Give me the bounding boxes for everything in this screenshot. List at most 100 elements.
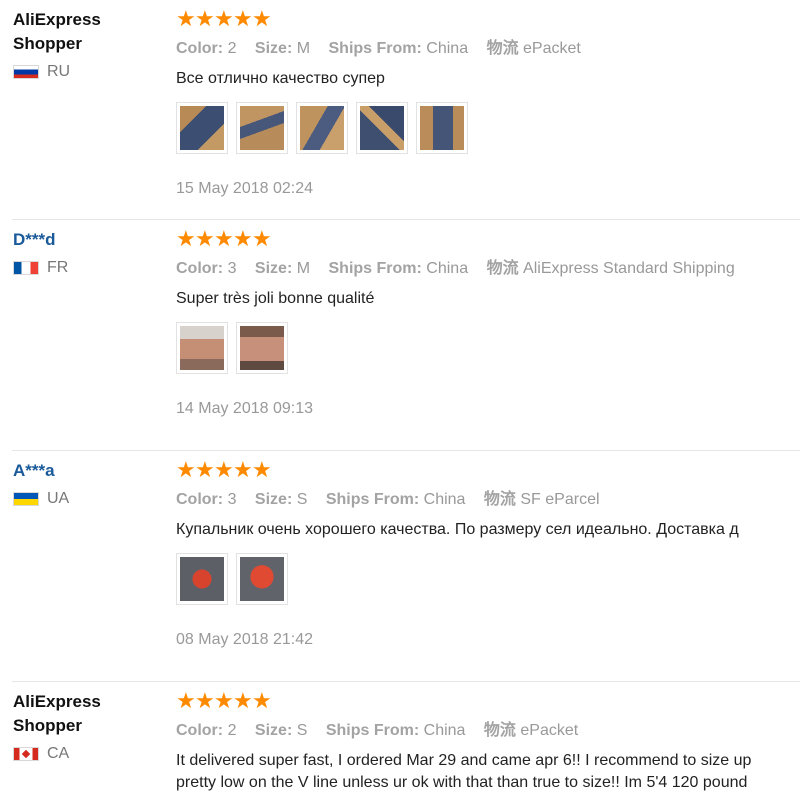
review-photo-thumbnail[interactable] (356, 102, 408, 154)
size-label: Size: (254, 491, 293, 508)
flag-ru-icon (13, 65, 39, 79)
reviewer-info: AliExpress Shopper CA (13, 690, 153, 764)
reviewer-country: CA (13, 744, 153, 764)
color-label: Color: (176, 491, 224, 508)
review-photo-thumbnail[interactable] (176, 102, 228, 154)
star-icon: ★ (252, 6, 272, 31)
review-feed: AliExpress Shopper RU ★ ★ ★ ★ ★ Color: 2… (0, 0, 800, 800)
review-date: 08 May 2018 21:42 (176, 631, 313, 648)
color-value: 3 (227, 260, 237, 277)
star-icon: ★ (214, 226, 234, 251)
size-value: S (296, 491, 308, 508)
review-text: Все отлично качество супер (176, 70, 385, 87)
review-date: 14 May 2018 09:13 (176, 400, 313, 417)
review-photo-thumbnail[interactable] (176, 322, 228, 374)
review-item: A***a UA ★ ★ ★ ★ ★ Color: 3 Size: S Ship… (0, 451, 800, 681)
order-info: Color: 2 Size: M Ships From: China 物流 eP… (176, 38, 800, 60)
logistics-label: 物流 (486, 40, 519, 57)
review-photo-thumbnail[interactable] (236, 102, 288, 154)
review-photo-thumbnail[interactable] (236, 322, 288, 374)
color-label: Color: (176, 260, 224, 277)
star-icon: ★ (252, 226, 272, 251)
star-icon: ★ (195, 226, 215, 251)
star-rating: ★ ★ ★ ★ ★ (176, 690, 800, 712)
logistics-label: 物流 (483, 491, 516, 508)
review-photo-thumbnail[interactable] (416, 102, 468, 154)
review-text-line: It delivered super fast, I ordered Mar 2… (176, 752, 752, 769)
flag-ca-icon (13, 747, 39, 761)
star-icon: ★ (195, 6, 215, 31)
star-rating: ★ ★ ★ ★ ★ (176, 459, 800, 481)
reviewer-name: AliExpress Shopper (13, 692, 101, 735)
order-info: Color: 3 Size: M Ships From: China 物流 Al… (176, 258, 800, 280)
size-value: S (296, 722, 308, 739)
review-content: ★ ★ ★ ★ ★ Color: 2 Size: M Ships From: C… (176, 8, 800, 200)
ships-from-label: Ships From: (325, 491, 420, 508)
review-photos (176, 322, 800, 376)
review-content: ★ ★ ★ ★ ★ Color: 2 Size: S Ships From: C… (176, 690, 800, 794)
review-text: It delivered super fast, I ordered Mar 2… (176, 750, 800, 794)
review-photo-thumbnail[interactable] (236, 553, 288, 605)
flag-fr-icon (13, 261, 39, 275)
reviewer-info: A***a UA (13, 459, 153, 509)
reviewer-info: D***d FR (13, 228, 153, 278)
star-icon: ★ (195, 688, 215, 713)
size-label: Size: (254, 722, 293, 739)
star-rating: ★ ★ ★ ★ ★ (176, 228, 800, 250)
review-photo-thumbnail[interactable] (296, 102, 348, 154)
size-label: Size: (254, 40, 293, 57)
star-icon: ★ (252, 457, 272, 482)
color-value: 2 (227, 722, 237, 739)
reviewer-country: FR (13, 258, 153, 278)
star-icon: ★ (233, 226, 253, 251)
review-photo-thumbnail[interactable] (176, 553, 228, 605)
order-info: Color: 3 Size: S Ships From: China 物流 SF… (176, 489, 800, 511)
logistics-label: 物流 (486, 260, 519, 277)
star-icon: ★ (214, 6, 234, 31)
review-date: 15 May 2018 02:24 (176, 180, 313, 197)
star-icon: ★ (195, 457, 215, 482)
ships-from-value: China (426, 40, 469, 57)
reviewer-info: AliExpress Shopper RU (13, 8, 153, 82)
reviewer-name: AliExpress Shopper (13, 10, 101, 53)
star-rating: ★ ★ ★ ★ ★ (176, 8, 800, 30)
logistics-label: 物流 (483, 722, 516, 739)
reviewer-name[interactable]: D***d (13, 228, 153, 252)
color-label: Color: (176, 40, 224, 57)
reviewer-country: UA (13, 489, 153, 509)
size-value: M (296, 260, 311, 277)
country-code: FR (47, 259, 69, 276)
logistics-value: AliExpress Standard Shipping (523, 260, 735, 277)
reviewer-name[interactable]: A***a (13, 459, 153, 483)
ships-from-label: Ships From: (325, 722, 420, 739)
ships-from-value: China (423, 722, 466, 739)
color-label: Color: (176, 722, 224, 739)
size-value: M (296, 40, 311, 57)
review-item: AliExpress Shopper RU ★ ★ ★ ★ ★ Color: 2… (0, 0, 800, 219)
country-code: CA (47, 745, 70, 762)
star-icon: ★ (233, 6, 253, 31)
size-label: Size: (254, 260, 293, 277)
color-value: 2 (227, 40, 237, 57)
flag-ua-icon (13, 492, 39, 506)
star-icon: ★ (252, 688, 272, 713)
reviewer-country: RU (13, 62, 153, 82)
review-item: D***d FR ★ ★ ★ ★ ★ Color: 3 Size: M Ship… (0, 220, 800, 450)
logistics-value: ePacket (520, 722, 579, 739)
review-photos (176, 553, 800, 607)
review-text: Купальник очень хорошего качества. По ра… (176, 521, 739, 538)
star-icon: ★ (176, 6, 196, 31)
star-icon: ★ (176, 457, 196, 482)
review-item: AliExpress Shopper CA ★ ★ ★ ★ ★ Color: 2… (0, 682, 800, 800)
ships-from-value: China (426, 260, 469, 277)
star-icon: ★ (176, 226, 196, 251)
star-icon: ★ (233, 457, 253, 482)
review-text: Super très joli bonne qualité (176, 290, 375, 307)
logistics-value: SF eParcel (520, 491, 600, 508)
country-code: RU (47, 63, 71, 80)
ships-from-value: China (423, 491, 466, 508)
ships-from-label: Ships From: (328, 260, 422, 277)
review-content: ★ ★ ★ ★ ★ Color: 3 Size: S Ships From: C… (176, 459, 800, 651)
review-photos (176, 102, 800, 156)
review-content: ★ ★ ★ ★ ★ Color: 3 Size: M Ships From: C… (176, 228, 800, 420)
